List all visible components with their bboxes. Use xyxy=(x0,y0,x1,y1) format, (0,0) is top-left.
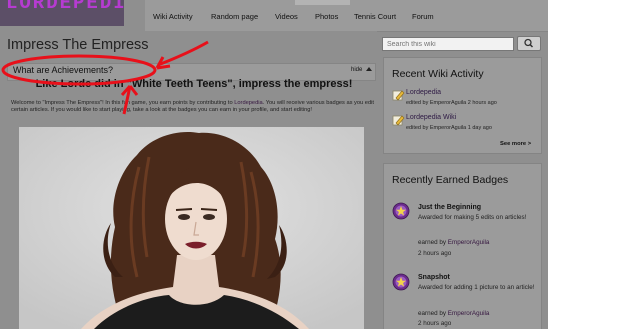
recent-badges-title: Recently Earned Badges xyxy=(392,174,509,186)
wiki-page: LORDEPEDIA Wiki Activity Random page Vid… xyxy=(0,0,548,329)
earned-by-label: earned by xyxy=(418,239,448,246)
nav-item-photos[interactable]: Photos xyxy=(315,12,338,21)
search-button[interactable] xyxy=(517,36,541,51)
activity-item-meta: edited by EmperorAguila 1 day ago xyxy=(406,125,492,131)
hide-link[interactable]: hide xyxy=(351,67,362,73)
badge-description: Awarded for adding 1 picture to an artic… xyxy=(418,284,535,291)
activity-item-title[interactable]: Lordepedia Wiki xyxy=(406,114,456,121)
caret-up-icon[interactable] xyxy=(366,67,372,71)
article-photo xyxy=(19,127,364,329)
wiki-logo[interactable]: LORDEPEDIA xyxy=(0,0,124,26)
wiki-search-input[interactable] xyxy=(382,37,514,51)
see-more-link[interactable]: See more > xyxy=(500,141,531,147)
activity-item-title[interactable]: Lordepedia xyxy=(406,89,441,96)
recent-badges-module xyxy=(383,163,542,329)
user-link[interactable]: EmperorAguila xyxy=(448,310,490,317)
article-body-intro: Welcome to "Impress The Empress"! In thi… xyxy=(11,100,235,106)
edit-activity-icon xyxy=(392,115,405,126)
lordepedia-link[interactable]: Lordepedia xyxy=(234,100,262,106)
wiki-navigation: Wiki Activity Random page Videos Photos … xyxy=(145,0,548,32)
achievements-heading[interactable]: What are Achievements? xyxy=(13,65,113,75)
top-bar: LORDEPEDIA Wiki Activity Random page Vid… xyxy=(0,0,548,32)
badge-earned-by: earned by EmperorAguila xyxy=(418,239,489,246)
badge-earned-by: earned by EmperorAguila xyxy=(418,310,489,317)
nav-item-random-page[interactable]: Random page xyxy=(211,12,258,21)
edit-activity-icon xyxy=(392,90,405,101)
article-headline: Like Lorde did in "White Teeth Teens", i… xyxy=(35,78,353,90)
badge-time: 2 hours ago xyxy=(418,320,452,327)
recent-activity-title: Recent Wiki Activity xyxy=(392,68,484,80)
badge-description: Awarded for making 5 edits on articles! xyxy=(418,214,527,221)
activity-item-meta: edited by EmperorAguila 2 hours ago xyxy=(406,100,497,106)
badge-time: 2 hours ago xyxy=(418,250,452,257)
nav-item-wiki-activity[interactable]: Wiki Activity xyxy=(153,12,193,21)
wiki-logo-text: LORDEPEDIA xyxy=(6,0,124,14)
article-body: Welcome to "Impress The Empress"! In thi… xyxy=(11,100,375,114)
page-title: Impress The Empress xyxy=(7,37,149,53)
search-icon xyxy=(524,38,534,48)
nav-item-videos[interactable]: Videos xyxy=(275,12,298,21)
user-link[interactable]: EmperorAguila xyxy=(448,239,490,246)
page-margin xyxy=(548,0,640,329)
badge-name[interactable]: Snapshot xyxy=(418,274,450,281)
badge-icon[interactable] xyxy=(392,273,410,291)
nav-item-tennis-court[interactable]: Tennis Court xyxy=(354,12,396,21)
earned-by-label: earned by xyxy=(418,310,448,317)
badge-name[interactable]: Just the Beginning xyxy=(418,204,481,211)
badge-icon[interactable] xyxy=(392,202,410,220)
nav-item-forum[interactable]: Forum xyxy=(412,12,434,21)
lorde-portrait-image xyxy=(19,127,364,329)
nav-tab-highlight xyxy=(295,0,350,5)
